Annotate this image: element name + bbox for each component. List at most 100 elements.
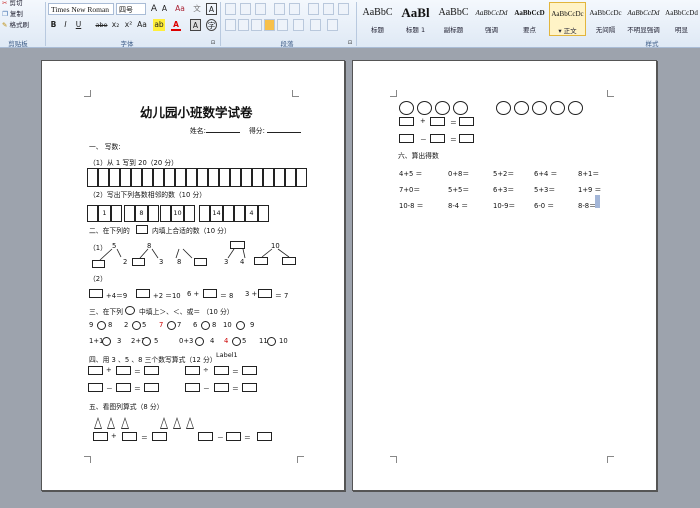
increase-indent-icon[interactable] [289,3,300,15]
strikethrough-button[interactable]: abe [95,19,108,31]
italic-button[interactable]: I [61,19,70,31]
multilevel-list-icon[interactable] [255,3,266,15]
equation-blank[interactable] [88,366,103,375]
copy-button[interactable]: ❐ 复制 [2,8,23,18]
compare-circle[interactable] [142,337,151,346]
compare-circle[interactable] [167,321,176,330]
style-7[interactable]: AaBbCcDd 不明显强调 [625,2,662,36]
justify-icon[interactable] [264,19,275,31]
clear-format-button[interactable]: Aa [174,3,186,15]
split-blank[interactable] [132,258,145,266]
shading-icon[interactable] [310,19,321,31]
equation-blank[interactable] [116,383,131,392]
font-dialog-launcher-icon[interactable]: ⊡ [210,37,216,49]
equation-blank[interactable] [214,383,229,392]
split-blank[interactable] [254,257,268,265]
line-spacing-icon[interactable] [293,19,304,31]
grid-cell[interactable] [109,168,120,187]
eq-blank[interactable] [89,289,103,298]
grid-cell[interactable] [241,168,252,187]
grid-cell[interactable] [186,168,197,187]
eq-blank[interactable] [136,289,150,298]
numbering-icon[interactable] [240,3,251,15]
neighbor-blank-left[interactable] [160,205,171,222]
neighbor-blank-left[interactable] [234,205,245,222]
equation-blank[interactable] [257,432,272,441]
enclose-char-button[interactable]: 字 [206,19,217,31]
neighbor-blank-right[interactable] [258,205,269,222]
equation-blank[interactable] [430,117,445,126]
grid-cell[interactable] [274,168,285,187]
bold-button[interactable]: B [49,19,58,31]
grid-cell[interactable] [252,168,263,187]
equation-blank[interactable] [198,432,213,441]
split-blank[interactable] [92,260,105,268]
equation-blank[interactable] [399,134,414,143]
bullets-icon[interactable] [225,3,236,15]
neighbor-blank-right[interactable] [111,205,122,222]
equation-blank[interactable] [185,383,200,392]
grid-cell[interactable] [142,168,153,187]
document-page-1[interactable]: 幼儿园小班数学试卷 姓名: 得分: 一、 写数: （1）从 1 写到 20（20… [41,60,345,491]
grid-cell[interactable] [175,168,186,187]
grid-cell[interactable] [296,168,307,187]
neighbor-blank-left[interactable] [124,205,135,222]
font-color-button[interactable]: A [171,19,181,31]
char-shading-button[interactable]: A [190,19,201,31]
neighbor-blank-left[interactable] [199,205,210,222]
style-5[interactable]: AaBbCcDc ▾ 正文 [549,2,586,36]
compare-circle[interactable] [232,337,241,346]
cut-button[interactable]: ✂ 剪切 [2,0,23,7]
compare-circle[interactable] [201,321,210,330]
grid-cell[interactable] [285,168,296,187]
paragraph-dialog-launcher-icon[interactable]: ⊡ [347,37,353,49]
style-6[interactable]: AaBbCcDc 无间隔 [587,2,624,36]
grid-cell[interactable] [98,168,109,187]
equation-blank[interactable] [399,117,414,126]
grid-cell[interactable] [120,168,131,187]
borders-icon[interactable] [327,19,338,31]
equation-blank[interactable] [226,432,241,441]
compare-circle[interactable] [236,321,245,330]
style-2[interactable]: AaBbC 副标题 [435,2,472,36]
equation-blank[interactable] [144,383,159,392]
neighbor-blank-right[interactable] [223,205,234,222]
equation-blank[interactable] [459,134,474,143]
equation-blank[interactable] [430,134,445,143]
sort-icon[interactable] [323,3,334,15]
grid-cell[interactable] [153,168,164,187]
neighbor-blank-right[interactable] [148,205,159,222]
equation-blank[interactable] [88,383,103,392]
equation-blank[interactable] [144,366,159,375]
equation-blank[interactable] [242,383,257,392]
split-blank[interactable] [194,258,207,266]
equation-blank[interactable] [214,366,229,375]
grid-cell[interactable] [197,168,208,187]
equation-blank[interactable] [242,366,257,375]
equation-blank[interactable] [185,366,200,375]
chinese-layout-icon[interactable] [308,3,319,15]
equation-blank[interactable] [459,117,474,126]
grid-cell[interactable] [263,168,274,187]
compare-circle[interactable] [195,337,204,346]
align-center-icon[interactable] [238,19,249,31]
neighbor-blank-left[interactable] [87,205,98,222]
compare-circle[interactable] [267,337,276,346]
compare-circle[interactable] [132,321,141,330]
compare-circle[interactable] [102,337,111,346]
document-page-2[interactable]: + ＝ － ＝ 六、算出得数 4+5 ＝ 0+8＝ 5+2＝ 6+4 ＝ 8+1＝ 7+0＝ 5+… [352,60,657,491]
grid-cell[interactable] [230,168,241,187]
equation-blank[interactable] [152,432,167,441]
split-blank[interactable] [282,257,296,265]
neighbor-blank-right[interactable] [184,205,195,222]
phonetic-guide-button[interactable]: 文 [191,3,203,15]
label1-control[interactable]: Label1 [216,351,238,359]
grow-font-button[interactable]: A [149,3,159,15]
font-name-select[interactable]: Times New Roman [48,3,114,15]
shrink-font-button[interactable]: A [160,3,169,15]
char-border-button[interactable]: A [206,3,217,15]
equation-blank[interactable] [93,432,108,441]
highlight-button[interactable]: ab [153,19,165,31]
style-3[interactable]: AaBbCcDd 强调 [473,2,510,36]
show-marks-icon[interactable] [338,3,349,15]
